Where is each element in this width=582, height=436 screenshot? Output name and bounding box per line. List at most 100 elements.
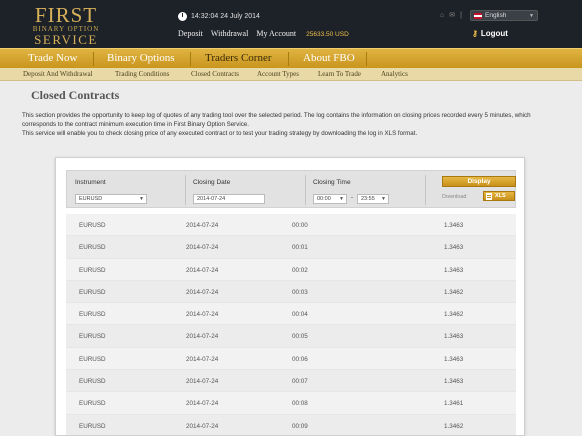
nav-divider <box>288 52 289 66</box>
sub-nav-trading-conditions[interactable]: Trading Conditions <box>115 70 169 78</box>
main-nav-binary-options[interactable]: Binary Options <box>107 52 175 64</box>
price-cell: 1.3463 <box>444 244 464 252</box>
closing-date-label: Closing Date <box>193 179 231 186</box>
price-cell: 1.3463 <box>444 333 464 341</box>
filter-divider <box>425 175 426 205</box>
instrument-cell: EURUSD <box>79 355 106 363</box>
sub-nav-deposit-and-withdrawal[interactable]: Deposit And Withdrawal <box>23 70 93 78</box>
instrument-label: Instrument <box>75 179 106 186</box>
date-cell: 2014-07-24 <box>186 422 219 430</box>
logout-label: Logout <box>480 29 508 38</box>
table-row: EURUSD 2014-07-24 00:02 1.3463 <box>66 258 516 281</box>
sub-nav-analytics[interactable]: Analytics <box>381 70 408 78</box>
chevron-down-icon: ▼ <box>139 196 144 202</box>
date-cell: 2014-07-24 <box>186 222 219 229</box>
logout-button[interactable]: ⚷ Logout <box>472 29 508 38</box>
price-cell: 1.3462 <box>444 422 464 430</box>
download-label: Download <box>442 194 467 200</box>
main-nav: Trade Now Binary Options Traders Corner … <box>0 48 582 68</box>
instrument-cell: EURUSD <box>79 422 106 430</box>
site-header: FIRST BINARY OPTION SERVICE 14:32:04 24 … <box>0 0 582 48</box>
time-to-select[interactable]: 23:55 ▼ <box>357 194 389 204</box>
time-cell: 00:08 <box>292 400 308 408</box>
date-cell: 2014-07-24 <box>186 244 219 252</box>
closing-date-value: 2014-07-24 <box>197 196 226 202</box>
description-paragraph: This section provides the opportunity to… <box>22 112 531 128</box>
home-icon[interactable]: ⌂ <box>440 12 444 19</box>
server-clock: 14:32:04 24 July 2014 <box>178 12 260 21</box>
closed-contracts-panel: Instrument EURUSD ▼ Closing Date 2014-07… <box>55 157 525 436</box>
time-from-select[interactable]: 00:00 ▼ <box>313 194 347 204</box>
instrument-cell: EURUSD <box>79 311 106 319</box>
logo-line-service: SERVICE <box>34 32 98 47</box>
chevron-down-icon: ▼ <box>339 196 344 202</box>
header-icons: ⌂ ✉ | <box>440 11 462 20</box>
filter-bar: Instrument EURUSD ▼ Closing Date 2014-07… <box>66 170 516 208</box>
divider: | <box>460 11 462 19</box>
uk-flag-icon <box>474 12 482 19</box>
instrument-cell: EURUSD <box>79 400 106 408</box>
main-nav-about-fbo[interactable]: About FBO <box>303 52 355 64</box>
main-nav-traders-corner[interactable]: Traders Corner <box>205 52 272 64</box>
account-balance: 25633.50 USD <box>306 31 349 38</box>
time-cell: 00:00 <box>292 222 308 229</box>
sub-nav: Deposit And Withdrawal Trading Condition… <box>0 68 582 81</box>
instrument-cell: EURUSD <box>79 378 106 386</box>
date-cell: 2014-07-24 <box>186 400 219 408</box>
nav-divider <box>366 52 367 66</box>
display-button[interactable]: Display <box>442 176 516 187</box>
time-cell: 00:01 <box>292 244 308 252</box>
table-row: EURUSD 2014-07-24 00:07 1.3463 <box>66 370 516 393</box>
page-description: This section provides the opportunity to… <box>22 111 542 138</box>
chevron-down-icon: ▼ <box>529 12 534 19</box>
table-row: EURUSD 2014-07-24 00:05 1.3463 <box>66 325 516 348</box>
price-cell: 1.3463 <box>444 266 464 274</box>
mail-icon[interactable]: ✉ <box>449 11 455 19</box>
time-cell: 00:05 <box>292 333 308 341</box>
table-row: EURUSD 2014-07-24 00:01 1.3463 <box>66 236 516 259</box>
clock-icon <box>178 12 187 21</box>
table-row: EURUSD 2014-07-24 00:04 1.3462 <box>66 303 516 326</box>
date-cell: 2014-07-24 <box>186 311 219 319</box>
price-cell: 1.3462 <box>444 288 464 296</box>
table-row: EURUSD 2014-07-24 00:09 1.3462 <box>66 414 516 435</box>
download-xls-button[interactable]: XLS <box>483 191 515 201</box>
logo-line-first: FIRST <box>34 3 98 27</box>
site-logo[interactable]: FIRST BINARY OPTION SERVICE <box>30 3 102 47</box>
sub-nav-account-types[interactable]: Account Types <box>257 70 299 78</box>
filter-divider <box>305 175 306 205</box>
table-row: EURUSD 2014-07-24 00:08 1.3461 <box>66 392 516 415</box>
my-account-link[interactable]: My Account <box>256 29 296 38</box>
time-to-value: 23:55 <box>361 196 375 202</box>
deposit-link[interactable]: Deposit <box>178 29 203 38</box>
instrument-select[interactable]: EURUSD ▼ <box>75 194 147 204</box>
time-range-separator: - <box>351 195 353 201</box>
sub-nav-closed-contracts[interactable]: Closed Contracts <box>191 70 239 78</box>
date-cell: 2014-07-24 <box>186 355 219 363</box>
instrument-cell: EURUSD <box>79 288 106 296</box>
closing-date-input[interactable]: 2014-07-24 <box>193 194 265 204</box>
time-cell: 00:07 <box>292 378 308 386</box>
language-value: English <box>485 12 507 19</box>
sub-nav-learn-to-trade[interactable]: Learn To Trade <box>318 70 361 78</box>
main-nav-trade-now[interactable]: Trade Now <box>28 52 77 64</box>
date-cell: 2014-07-24 <box>186 266 219 274</box>
withdrawal-link[interactable]: Withdrawal <box>211 29 248 38</box>
date-cell: 2014-07-24 <box>186 333 219 341</box>
instrument-cell: EURUSD <box>79 244 106 252</box>
instrument-cell: EURUSD <box>79 266 106 274</box>
time-cell: 00:04 <box>292 311 308 319</box>
page-title: Closed Contracts <box>31 88 120 102</box>
nav-divider <box>93 52 94 66</box>
table-row: EURUSD 2014-07-24 00:00 1.3463 <box>66 214 516 237</box>
document-icon <box>486 192 492 200</box>
description-paragraph: This service will enable you to check cl… <box>22 130 418 137</box>
account-links: Deposit Withdrawal My Account 25633.50 U… <box>178 29 349 38</box>
price-cell: 1.3462 <box>444 311 464 319</box>
language-select[interactable]: English ▼ <box>470 10 538 21</box>
time-from-value: 00:00 <box>317 196 331 202</box>
xls-label: XLS <box>495 193 506 199</box>
date-cell: 2014-07-24 <box>186 288 219 296</box>
filter-divider <box>185 175 186 205</box>
time-cell: 00:06 <box>292 355 308 363</box>
